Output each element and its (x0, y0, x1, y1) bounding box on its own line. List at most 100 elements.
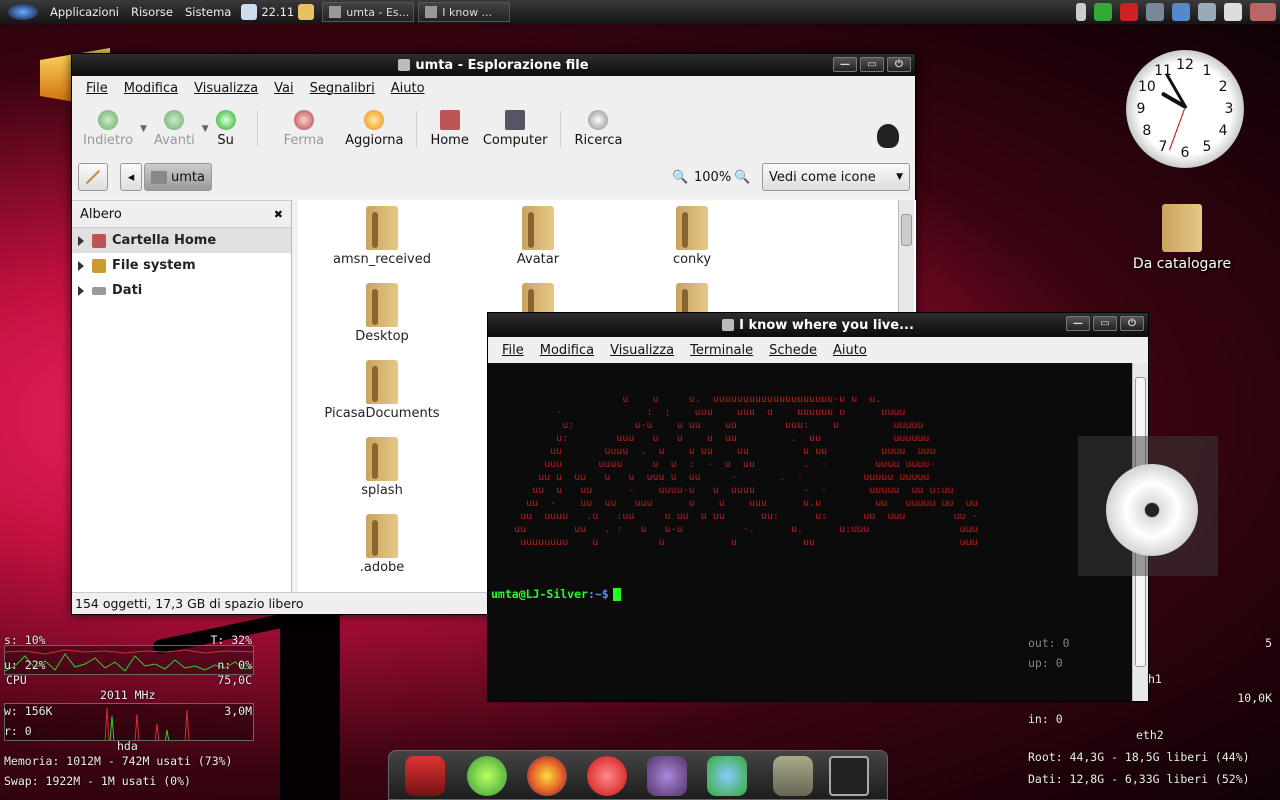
clock-number: 1 (1202, 62, 1212, 79)
firefox-icon[interactable] (527, 756, 567, 796)
toolbar-separator (560, 111, 562, 147)
panel-clock[interactable]: 22.11 (261, 5, 294, 19)
menu-vai[interactable]: Vai (274, 81, 293, 96)
terminal-menubar: File Modifica Visualizza Terminale Sched… (488, 337, 1148, 363)
menu-schede[interactable]: Schede (769, 343, 817, 358)
search-button[interactable]: Ricerca (574, 110, 622, 148)
expander-icon[interactable] (78, 260, 84, 271)
sidebar-item-filesystem[interactable]: File system (72, 253, 291, 278)
shell-prompt: umta@LJ-Silver:~$ (491, 587, 621, 601)
file-item[interactable]: amsn_received (312, 204, 452, 267)
file-cabinet-icon[interactable] (773, 756, 813, 796)
menu-applicazioni[interactable]: Applicazioni (44, 5, 125, 19)
sidebar-item-dati[interactable]: Dati (72, 278, 291, 303)
network-icon[interactable] (1198, 3, 1216, 21)
task-terminal[interactable]: I know ... (418, 2, 511, 22)
folder-icon (518, 204, 558, 252)
menu-aiuto[interactable]: Aiuto (833, 343, 867, 358)
memory-usage: Memoria: 1012M - 742M usati (73%) (4, 754, 233, 768)
drive-icon (92, 286, 106, 295)
task-file-manager[interactable]: umta - Es... (322, 2, 415, 22)
monitor-icon[interactable] (1146, 3, 1164, 21)
maximize-button[interactable]: ▭ (860, 57, 884, 72)
conky-system-monitor: s: 10% T: 32% u: 22% n: 0% CPU 75,0C 201… (4, 633, 256, 793)
back-button[interactable]: Indietro (83, 110, 133, 148)
back-dropdown-icon[interactable]: ▼ (140, 124, 147, 134)
update-icon[interactable] (1224, 3, 1242, 21)
window-icon (329, 6, 342, 18)
view-mode-select[interactable]: Vedi come icone ▼ (762, 163, 910, 191)
folder-icon (92, 258, 106, 273)
menu-sistema[interactable]: Sistema (179, 5, 237, 19)
menu-modifica[interactable]: Modifica (540, 343, 594, 358)
sidebar-tree: Albero ✖ Cartella Home File system Dati (72, 200, 292, 594)
messenger-icon[interactable] (1094, 3, 1112, 21)
scroll-thumb[interactable] (901, 214, 912, 246)
terminal-icon[interactable] (829, 756, 869, 796)
path-button-umta[interactable]: umta (144, 163, 212, 191)
toggle-location-button[interactable] (78, 163, 108, 191)
menu-aiuto[interactable]: Aiuto (391, 81, 425, 96)
file-item[interactable]: Desktop (312, 281, 452, 344)
zoom-level[interactable]: 100% (694, 170, 731, 185)
maximize-button[interactable]: ▭ (1093, 316, 1117, 331)
sidebar-item-label: File system (112, 258, 196, 273)
cd-cover-widget[interactable] (1078, 436, 1218, 576)
cpu-nice-usage: n: 0% (217, 658, 252, 672)
media-player-icon[interactable] (467, 756, 507, 796)
user-avatar[interactable] (1250, 3, 1276, 21)
menu-modifica[interactable]: Modifica (124, 81, 178, 96)
path-back-button[interactable]: ◂ (120, 163, 142, 191)
close-button[interactable]: ⏻ (1120, 316, 1144, 331)
skype-icon[interactable] (587, 756, 627, 796)
signal-icon[interactable] (1172, 3, 1190, 21)
messenger-icon[interactable] (707, 756, 747, 796)
clock-number: 4 (1218, 123, 1228, 139)
minimize-button[interactable]: — (1066, 316, 1090, 331)
file-manager-titlebar[interactable]: umta - Esplorazione file — ▭ ⏻ (72, 54, 915, 76)
zoom-out-icon[interactable]: 🔍 (672, 170, 688, 185)
menu-file[interactable]: File (502, 343, 524, 358)
close-button[interactable]: ⏻ (887, 57, 911, 72)
file-item[interactable]: PicasaDocuments (312, 358, 452, 421)
minimize-button[interactable]: — (833, 57, 857, 72)
menu-segnalibri[interactable]: Segnalibri (310, 81, 375, 96)
volume-icon[interactable] (1076, 3, 1086, 21)
file-item[interactable]: .adobe (312, 512, 452, 575)
folder-icon (151, 170, 167, 184)
stop-button[interactable]: Ferma (284, 110, 324, 148)
terminal-titlebar[interactable]: I know where you live... — ▭ ⏻ (488, 313, 1148, 337)
file-item[interactable]: conky (622, 204, 762, 267)
forward-button[interactable]: Avanti (154, 110, 195, 148)
forward-dropdown-icon[interactable]: ▼ (202, 124, 209, 134)
launcher-icon[interactable] (241, 4, 258, 20)
close-icon[interactable]: ✖ (274, 208, 283, 221)
expander-icon[interactable] (78, 285, 84, 296)
main-menu-icon[interactable] (8, 4, 38, 20)
menu-terminale[interactable]: Terminale (690, 343, 753, 358)
reload-button[interactable]: Aggiorna (345, 110, 403, 148)
zoom-in-icon[interactable]: 🔍 (734, 170, 750, 185)
disk-write: w: 156K (4, 704, 53, 718)
quake-icon[interactable] (405, 756, 445, 796)
dati-disk-usage: Dati: 12,8G - 6,33G liberi (52%) (1028, 772, 1250, 786)
menu-risorse[interactable]: Risorse (125, 5, 179, 19)
file-item[interactable]: Avatar (468, 204, 608, 267)
analog-clock-widget[interactable]: 12 1 2 3 4 5 6 7 8 9 10 11 (1126, 50, 1244, 168)
menu-file[interactable]: File (86, 81, 108, 96)
home-button[interactable]: Home (430, 110, 469, 148)
folder-icon[interactable] (298, 4, 315, 20)
menu-visualizza[interactable]: Visualizza (194, 81, 258, 96)
up-button[interactable]: Su (215, 110, 236, 148)
sidebar-item-home[interactable]: Cartella Home (72, 228, 291, 253)
desktop-icon-da-catalogare[interactable]: Da catalogare (1122, 204, 1242, 272)
pidgin-icon[interactable] (647, 756, 687, 796)
ruby-icon[interactable] (1120, 3, 1138, 21)
sidebar-header[interactable]: Albero ✖ (72, 200, 291, 228)
file-item[interactable]: splash (312, 435, 452, 498)
computer-button[interactable]: Computer (483, 110, 547, 148)
expander-icon[interactable] (78, 235, 84, 246)
disc-icon (1106, 464, 1198, 556)
menu-visualizza[interactable]: Visualizza (610, 343, 674, 358)
back-label: Indietro (83, 133, 134, 148)
